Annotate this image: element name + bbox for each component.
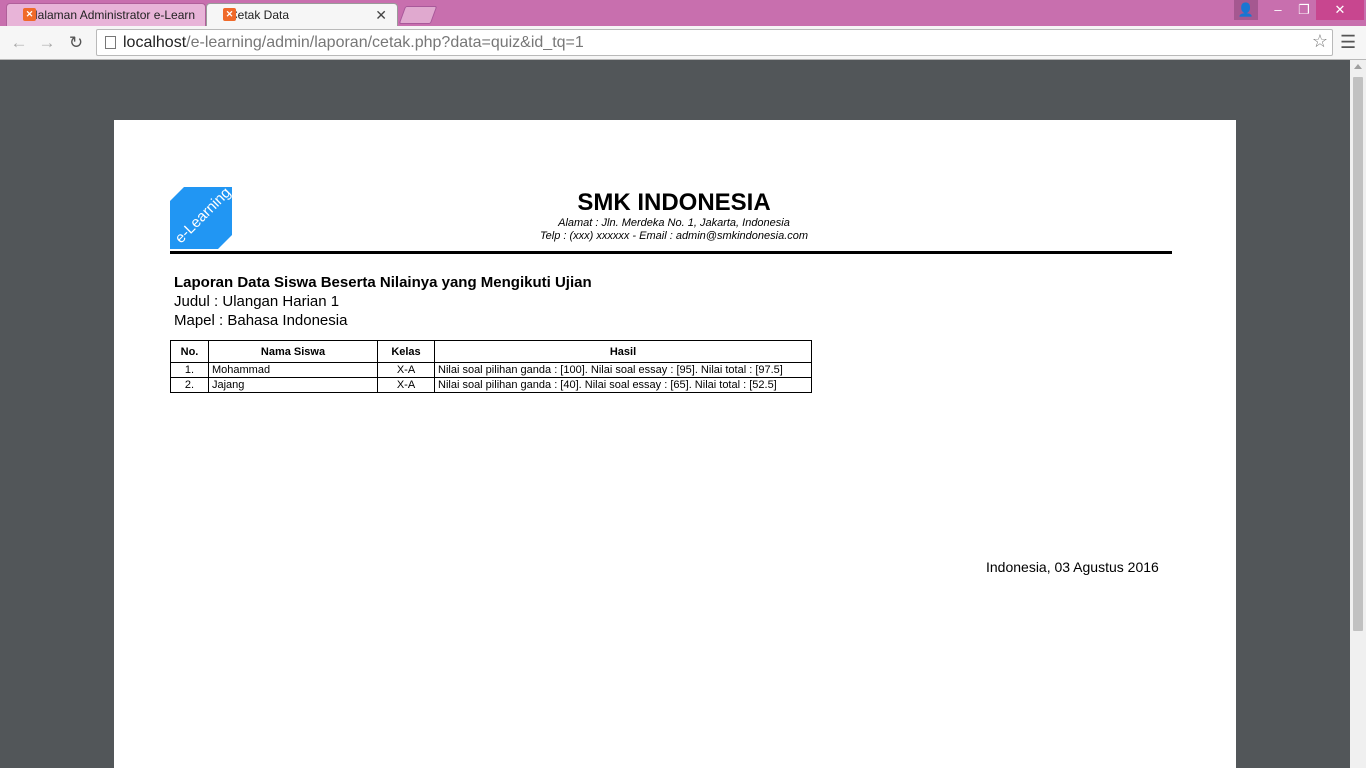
- tab-title: Halaman Administrator e-Learning: [29, 8, 195, 22]
- report-judul: Judul : Ulangan Harian 1: [174, 293, 340, 310]
- browser-toolbar: ← → ↻ localhost/e-learning/admin/laporan…: [0, 26, 1366, 60]
- table-row: 1. Mohammad X-A Nilai soal pilihan ganda…: [170, 362, 812, 378]
- cell-kelas: X-A: [377, 377, 435, 393]
- cell-nama: Mohammad: [208, 362, 378, 378]
- logo-text: e-Learning: [171, 187, 232, 247]
- tab-title: Cetak Data: [229, 8, 290, 22]
- minimize-button[interactable]: –: [1264, 0, 1292, 20]
- school-name: SMK INDONESIA: [577, 189, 771, 216]
- window-title-bar: ✕ Halaman Administrator e-Learning ✕ Cet…: [0, 0, 1366, 26]
- column-header-hasil: Hasil: [434, 340, 812, 363]
- cell-hasil: Nilai soal pilihan ganda : [100]. Nilai …: [434, 362, 812, 378]
- school-address: Alamat : Jln. Merdeka No. 1, Jakarta, In…: [558, 217, 790, 229]
- column-header-no: No.: [170, 340, 209, 363]
- results-table: No. Nama Siswa Kelas Hasil 1. Mohammad X…: [170, 340, 812, 393]
- cell-kelas: X-A: [377, 362, 435, 378]
- arrow-left-icon[interactable]: ←: [9, 33, 29, 53]
- e-learning-logo: e-Learning: [170, 187, 232, 249]
- reload-icon[interactable]: ↻: [66, 33, 86, 53]
- column-header-nama: Nama Siswa: [208, 340, 378, 363]
- signature-date: Indonesia, 03 Agustus 2016: [986, 559, 1159, 575]
- tab-cetak-data[interactable]: ✕ Cetak Data ✕: [206, 3, 398, 26]
- xampp-icon: ✕: [23, 8, 36, 21]
- cell-no: 1.: [170, 362, 209, 378]
- maximize-button[interactable]: ❐: [1290, 0, 1318, 20]
- close-window-button[interactable]: ✕: [1316, 0, 1364, 20]
- scrollbar-thumb[interactable]: [1353, 77, 1363, 631]
- xampp-icon: ✕: [223, 8, 236, 21]
- hamburger-menu-icon[interactable]: ☰: [1340, 32, 1356, 53]
- cell-nama: Jajang: [208, 377, 378, 393]
- table-header-row: No. Nama Siswa Kelas Hasil: [170, 340, 812, 363]
- header-divider: [170, 251, 1172, 254]
- column-header-kelas: Kelas: [377, 340, 435, 363]
- cell-no: 2.: [170, 377, 209, 393]
- arrow-right-icon[interactable]: →: [37, 33, 57, 53]
- print-page: e-Learning SMK INDONESIA Alamat : Jln. M…: [114, 120, 1236, 768]
- cell-hasil: Nilai soal pilihan ganda : [40]. Nilai s…: [434, 377, 812, 393]
- address-bar[interactable]: localhost/e-learning/admin/laporan/cetak…: [96, 29, 1333, 56]
- page-icon: [105, 36, 116, 49]
- report-title: Laporan Data Siswa Beserta Nilainya yang…: [174, 274, 592, 291]
- user-profile-icon[interactable]: 👤: [1234, 0, 1258, 20]
- report-mapel: Mapel : Bahasa Indonesia: [174, 312, 348, 329]
- new-tab-button[interactable]: [398, 6, 438, 24]
- school-contact: Telp : (xxx) xxxxxx - Email : admin@smki…: [539, 230, 809, 242]
- vertical-scrollbar[interactable]: [1350, 60, 1366, 768]
- star-icon[interactable]: ☆: [1312, 31, 1328, 52]
- tab-halaman-administrator[interactable]: ✕ Halaman Administrator e-Learning: [6, 3, 206, 26]
- url-text[interactable]: localhost/e-learning/admin/laporan/cetak…: [123, 34, 584, 52]
- close-tab-icon[interactable]: ✕: [375, 7, 387, 24]
- table-row: 2. Jajang X-A Nilai soal pilihan ganda :…: [170, 377, 812, 393]
- page-viewport: e-Learning SMK INDONESIA Alamat : Jln. M…: [0, 60, 1350, 768]
- scroll-up-arrow-icon[interactable]: [1354, 64, 1362, 69]
